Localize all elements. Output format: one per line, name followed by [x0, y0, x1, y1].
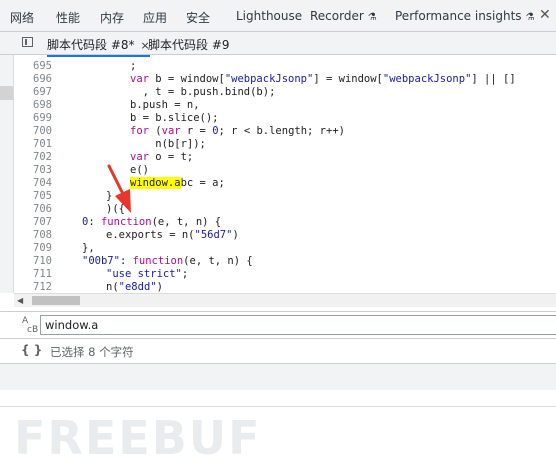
tab-recorder[interactable]: Recorder ⚗: [310, 9, 377, 23]
code-line: 705}: [14, 190, 556, 203]
close-icon[interactable]: ✕: [539, 7, 551, 23]
code-text: , t = b.push.bind(b);: [130, 86, 276, 98]
tab-network[interactable]: 网络: [10, 9, 34, 26]
line-number: 698: [33, 99, 52, 111]
code-text: ;: [130, 60, 137, 72]
search-input[interactable]: window.a: [40, 315, 556, 335]
selection-status: 已选择 8 个字符: [50, 345, 134, 359]
line-number: 703: [33, 164, 52, 176]
code-text: for (var r = 0; r < b.length; r++): [130, 125, 345, 137]
code-line: 702 var o = t;: [14, 151, 556, 164]
file-tab-label: 脚本代码段 #8*: [47, 38, 135, 52]
code-text: 0: function(e, t, n) {: [82, 216, 222, 228]
code-line: 695;: [14, 60, 556, 73]
flask-icon: ⚗: [367, 12, 377, 23]
line-number: 707: [33, 216, 52, 228]
line-number: 705: [33, 190, 52, 202]
search-bar: AcB window.a: [0, 311, 556, 339]
code-line: 708 e.exports = n("56d7"): [14, 229, 556, 242]
line-number: 696: [33, 73, 52, 85]
code-text: )({: [106, 203, 125, 215]
horizontal-scrollbar[interactable]: ◀: [14, 293, 556, 307]
code-line: 711 "use strict";: [14, 268, 556, 281]
navigator-collapsed-strip: [0, 55, 14, 293]
lower-panel: [0, 364, 556, 390]
tab-performance-insights-label: Performance insights: [395, 9, 522, 23]
line-number: 711: [33, 268, 52, 280]
code-text: "use strict";: [106, 268, 189, 280]
code-editor[interactable]: 695; 696 var b = window["webpackJsonp"] =…: [14, 55, 556, 293]
tab-performance-insights[interactable]: Performance insights ⚗: [395, 9, 535, 23]
code-line: 700 for (var r = 0; r < b.length; r++): [14, 125, 556, 138]
flask-icon: ⚗: [525, 12, 535, 23]
match-case-icon[interactable]: AcB: [22, 317, 38, 335]
line-number: 701: [33, 138, 52, 150]
code-line: 710 "00b7": function(e, t, n) {: [14, 255, 556, 268]
tab-performance[interactable]: 性能: [56, 9, 80, 26]
line-number: 710: [33, 255, 52, 267]
line-number: 700: [33, 125, 52, 137]
code-line: 704 window.abc = a;: [14, 177, 556, 190]
tab-security[interactable]: 安全: [186, 9, 210, 26]
tab-lighthouse[interactable]: Lighthouse: [236, 9, 302, 23]
file-tab-snippet-8[interactable]: 脚本代码段 #8* ×: [47, 36, 150, 57]
status-bar: { } 已选择 8 个字符: [0, 339, 556, 364]
tab-application[interactable]: 应用: [143, 9, 167, 26]
file-tab-snippet-9[interactable]: 脚本代码段 #9: [148, 36, 230, 53]
code-line: 699 b = b.slice();: [14, 112, 556, 125]
line-number: 697: [33, 86, 52, 98]
sources-file-tabbar: 脚本代码段 #8* × 脚本代码段 #9: [0, 32, 556, 57]
code-line: 706 )({: [14, 203, 556, 216]
code-text: "00b7": function(e, t, n) {: [82, 255, 253, 267]
code-text: var o = t;: [130, 151, 194, 163]
line-number: 712: [33, 281, 52, 293]
line-number: 695: [33, 60, 52, 72]
code-line: 698 b.push = n,: [14, 99, 556, 112]
divider: [0, 406, 556, 407]
tab-memory[interactable]: 内存: [100, 9, 124, 26]
devtools-tabbar: 网络 性能 内存 应用 安全 Lighthouse Recorder ⚗ Perf…: [0, 0, 556, 32]
code-text: var b = window["webpackJsonp"] = window[…: [130, 73, 516, 85]
code-line: 703 e(): [14, 164, 556, 177]
scroll-left-icon[interactable]: ◀: [17, 296, 23, 305]
line-number: 702: [33, 151, 52, 163]
tab-recorder-label: Recorder: [310, 9, 364, 23]
code-text: e.exports = n("56d7"): [106, 229, 239, 241]
line-number: 709: [33, 242, 52, 254]
code-text: e(): [130, 164, 149, 176]
code-text: b.push = n,: [130, 99, 200, 111]
code-text: },: [82, 242, 95, 254]
strip-highlight: [0, 86, 13, 100]
code-line: 709},: [14, 242, 556, 255]
line-number: 704: [33, 177, 52, 189]
code-text: window.abc = a;: [130, 177, 225, 189]
line-number: 699: [33, 112, 52, 124]
pretty-print-braces-icon[interactable]: { }: [21, 343, 42, 357]
code-text: b = b.slice();: [130, 112, 219, 124]
code-line: 697 , t = b.push.bind(b);: [14, 86, 556, 99]
code-line: 707 0: function(e, t, n) {: [14, 216, 556, 229]
code-text: n("e8dd"): [106, 281, 163, 293]
line-number: 708: [33, 229, 52, 241]
code-text: }: [106, 190, 113, 202]
code-line: 696 var b = window["webpackJsonp"] = wind…: [14, 73, 556, 86]
scrollbar-thumb[interactable]: [32, 296, 80, 305]
toggle-navigator-icon[interactable]: [22, 37, 33, 47]
search-match-highlight: window.a: [130, 177, 181, 189]
freebuf-watermark: FREEBUF: [14, 412, 262, 462]
code-line: 701 n(b[r]);: [14, 138, 556, 151]
code-line: 712 n("e8dd"): [14, 281, 556, 293]
line-number: 706: [33, 203, 52, 215]
code-text: n(b[r]);: [130, 138, 206, 150]
